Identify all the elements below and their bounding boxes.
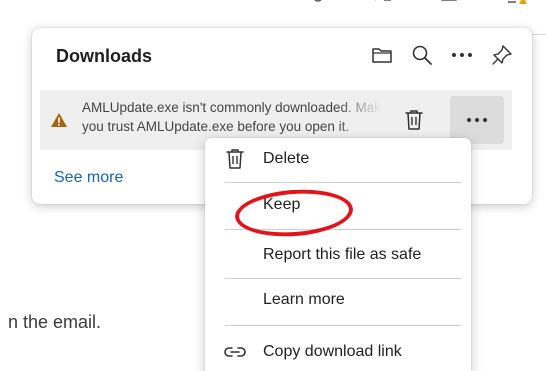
page-background-text: n the email.	[8, 312, 102, 332]
folder-icon	[372, 48, 392, 63]
menu-separator	[225, 229, 461, 230]
search-icon	[412, 45, 432, 65]
more-options-button[interactable]	[446, 38, 478, 72]
trash-icon	[223, 147, 247, 171]
downloads-warning-icon[interactable]	[506, 0, 528, 10]
menu-item-report-safe[interactable]: Report this file as safe	[205, 236, 471, 274]
download-warning-text: AMLUpdate.exe isn't commonly downloaded.…	[82, 98, 382, 136]
delete-download-button[interactable]	[398, 104, 430, 136]
menu-item-copy-link[interactable]: Copy download link	[205, 333, 471, 371]
search-downloads-button[interactable]	[406, 38, 438, 72]
see-more-link[interactable]: See more	[54, 169, 123, 187]
more-horizontal-icon	[467, 118, 487, 122]
pin-icon	[492, 45, 512, 65]
download-context-menu: Delete Keep Report this file as safe Lea…	[205, 138, 471, 371]
menu-item-label: Learn more	[263, 291, 345, 308]
open-folder-button[interactable]	[366, 38, 398, 72]
collections-icon[interactable]	[438, 0, 460, 8]
link-icon	[223, 340, 247, 364]
browser-toolbar	[0, 0, 546, 18]
download-warning-line-1: AMLUpdate.exe isn't commonly downloaded.…	[82, 100, 382, 115]
warning-icon	[51, 113, 67, 127]
trash-icon	[405, 110, 423, 130]
menu-item-label: Report this file as safe	[263, 246, 422, 263]
panel-actions	[366, 38, 518, 72]
download-warning-line-2: you trust AMLUpdate.exe before you open …	[82, 119, 350, 134]
menu-separator	[225, 182, 461, 183]
menu-item-learn-more[interactable]: Learn more	[205, 281, 471, 319]
menu-item-delete[interactable]: Delete	[205, 140, 471, 178]
tracking-icon[interactable]	[308, 0, 330, 8]
menu-item-label: Copy download link	[263, 343, 402, 360]
menu-item-keep[interactable]: Keep	[205, 186, 471, 224]
favorites-icon[interactable]	[372, 0, 394, 8]
menu-item-label: Delete	[263, 150, 310, 167]
menu-separator	[225, 278, 461, 279]
download-more-actions-button[interactable]	[450, 96, 504, 144]
more-horizontal-icon	[452, 53, 472, 57]
pin-button[interactable]	[486, 38, 518, 72]
menu-item-label: Keep	[263, 196, 301, 213]
panel-title: Downloads	[56, 46, 153, 66]
menu-separator	[225, 325, 461, 326]
